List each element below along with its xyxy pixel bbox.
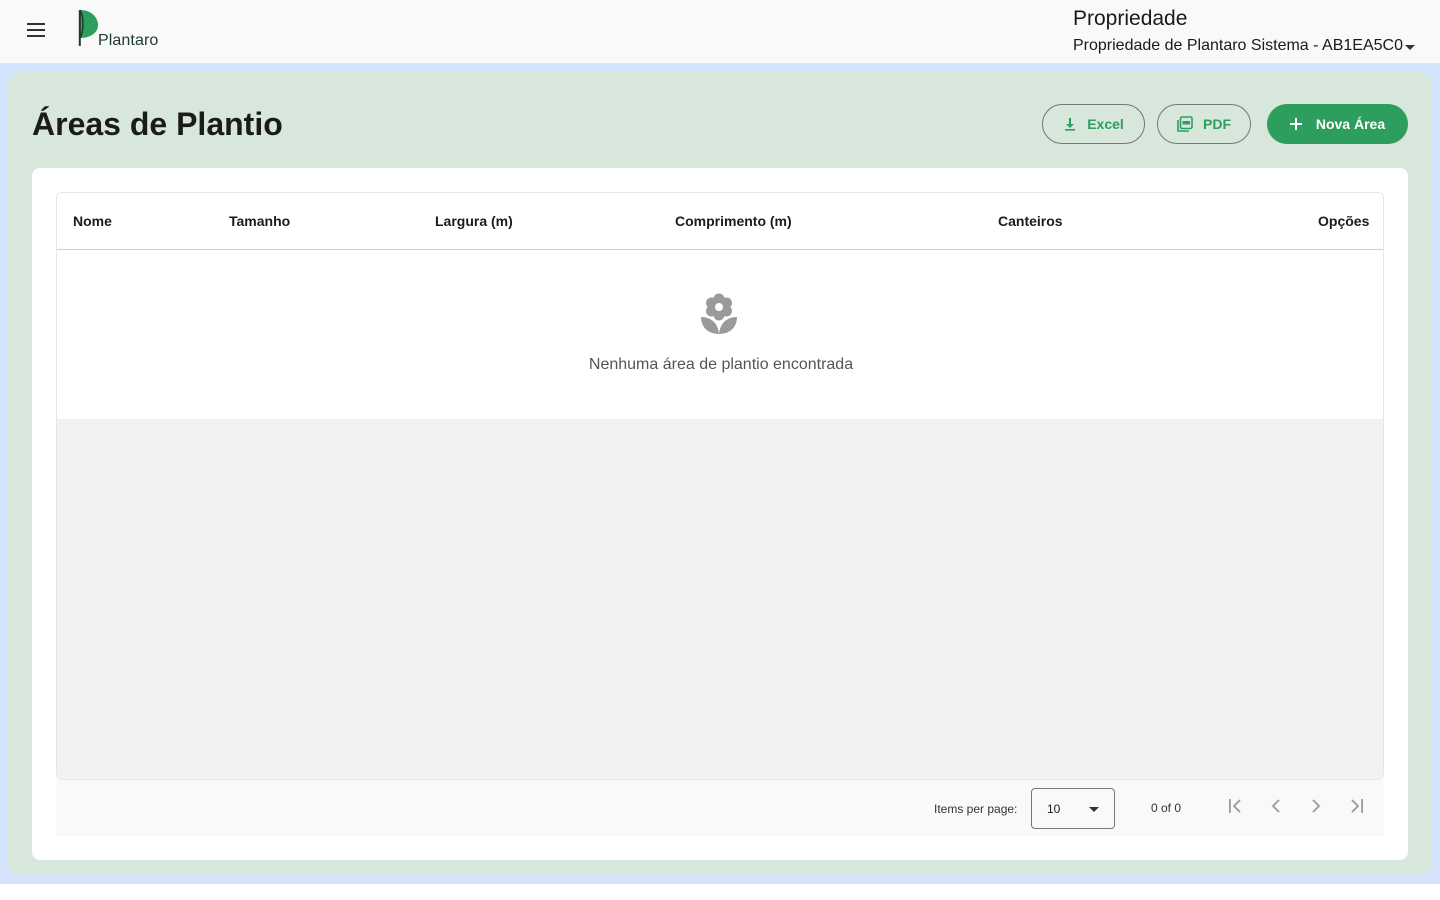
leaf-logo-icon: [74, 7, 100, 52]
export-pdf-label: PDF: [1203, 116, 1231, 132]
areas-table: Nome Tamanho Largura (m) Comprimento (m)…: [56, 192, 1384, 780]
property-title: Propriedade: [1073, 7, 1188, 30]
first-page-icon: [1228, 798, 1244, 818]
last-page-icon: [1348, 798, 1364, 818]
menu-button[interactable]: [16, 12, 56, 52]
page-frame: Áreas de Plantio Excel PDF Nova Área Nom…: [0, 64, 1440, 884]
page-size-select[interactable]: 10: [1031, 788, 1115, 829]
empty-state-row: Nenhuma área de plantio encontrada: [57, 250, 1383, 419]
export-excel-label: Excel: [1087, 116, 1124, 132]
page-range-label: 0 of 0: [1151, 801, 1182, 815]
download-icon: [1063, 117, 1077, 131]
items-per-page-label: Items per page:: [934, 802, 1018, 816]
table-card: Nome Tamanho Largura (m) Comprimento (m)…: [32, 168, 1408, 860]
chevron-right-icon: [1311, 798, 1321, 818]
table-header-row: Nome Tamanho Largura (m) Comprimento (m)…: [57, 193, 1383, 250]
first-page-button[interactable]: [1216, 788, 1256, 828]
empty-state-message: Nenhuma área de plantio encontrada: [588, 356, 854, 373]
column-header-largura[interactable]: Largura (m): [435, 213, 513, 229]
column-header-nome[interactable]: Nome: [73, 213, 112, 229]
menu-icon: [26, 22, 46, 42]
flower-icon: [699, 292, 739, 336]
property-dropdown[interactable]: Propriedade de Plantaro Sistema - AB1EA5…: [1073, 34, 1433, 58]
last-page-button[interactable]: [1336, 788, 1376, 828]
logo-text: Plantaro: [98, 32, 159, 49]
column-header-tamanho[interactable]: Tamanho: [229, 213, 290, 229]
chevron-left-icon: [1271, 798, 1281, 818]
column-header-canteiros[interactable]: Canteiros: [998, 213, 1063, 229]
property-selected-value: Propriedade de Plantaro Sistema - AB1EA5…: [1073, 37, 1403, 54]
caret-down-icon: [1404, 44, 1415, 50]
export-pdf-button[interactable]: PDF: [1157, 104, 1251, 144]
export-excel-button[interactable]: Excel: [1042, 104, 1145, 144]
pdf-icon: [1177, 116, 1193, 132]
column-header-opcoes: Opções: [1318, 213, 1370, 229]
plus-icon: [1289, 118, 1302, 130]
top-app-bar: Plantaro Propriedade Propriedade de Plan…: [0, 0, 1440, 64]
next-page-button[interactable]: [1296, 788, 1336, 828]
new-area-button[interactable]: Nova Área: [1267, 104, 1408, 144]
page-size-value: 10: [1047, 802, 1061, 816]
new-area-label: Nova Área: [1315, 116, 1386, 132]
property-selector: Propriedade Propriedade de Plantaro Sist…: [1073, 6, 1433, 58]
caret-down-icon: [1089, 807, 1099, 812]
page-title: Áreas de Plantio: [32, 106, 283, 142]
previous-page-button[interactable]: [1256, 788, 1296, 828]
paginator: Items per page: 10 0 of 0: [56, 780, 1384, 836]
column-header-comprimento[interactable]: Comprimento (m): [675, 213, 792, 229]
plantaro-logo[interactable]: Plantaro: [74, 8, 158, 52]
main-content: Áreas de Plantio Excel PDF Nova Área Nom…: [8, 72, 1432, 876]
